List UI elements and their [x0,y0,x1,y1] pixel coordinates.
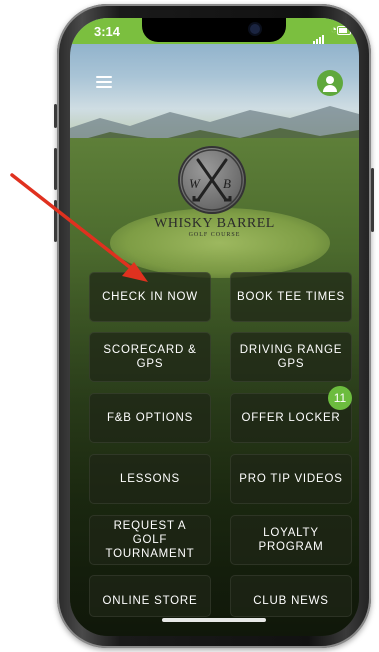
annotation-arrow [10,173,148,282]
